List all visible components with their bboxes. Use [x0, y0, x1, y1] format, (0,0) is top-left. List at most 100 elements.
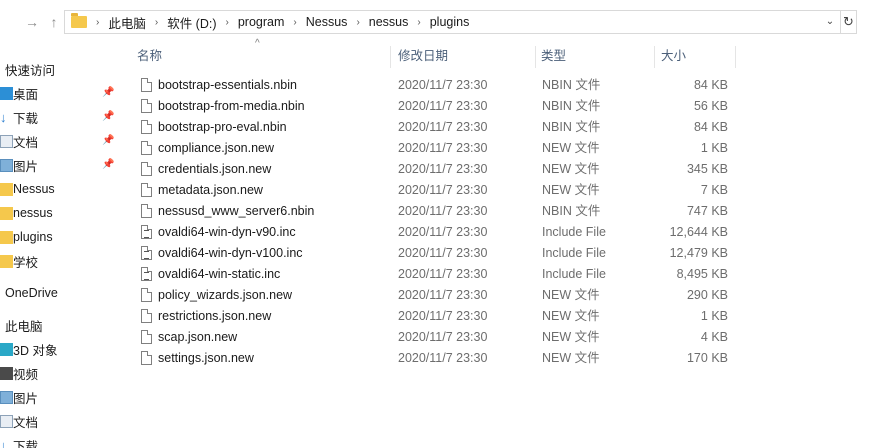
nav-item-3d-objects[interactable]: 3D 对象 — [0, 338, 118, 360]
nav-item-label: 图片 — [13, 159, 39, 174]
breadcrumb-this-pc[interactable]: 此电脑 — [108, 13, 146, 32]
folder-icon — [0, 206, 13, 220]
3d-objects-icon — [0, 342, 13, 356]
file-row[interactable]: scap.json.new 2020/11/7 23:30 NEW 文件 4 KB — [131, 327, 737, 348]
file-size: 12,479 KB — [669, 246, 728, 260]
nav-item-pictures-pc[interactable]: 图片 — [0, 386, 118, 408]
pin-icon: 📌 — [102, 159, 115, 170]
file-icon — [141, 204, 152, 218]
nav-item-label: 图片 — [13, 391, 39, 406]
file-row[interactable]: ovaldi64-win-static.inc 2020/11/7 23:30 In… — [131, 264, 737, 285]
nav-item-nessus-upper[interactable]: Nessus — [0, 178, 118, 200]
file-icon — [141, 162, 152, 176]
file-name: bootstrap-pro-eval.nbin — [158, 120, 287, 134]
document-icon — [0, 134, 13, 148]
chevron-right-icon[interactable]: › — [417, 17, 420, 28]
file-icon — [141, 351, 152, 365]
file-name: credentials.json.new — [158, 162, 272, 176]
file-type: Include File — [542, 267, 606, 281]
file-row[interactable]: policy_wizards.json.new 2020/11/7 23:30 NE… — [131, 285, 737, 306]
nav-item-documents-pc[interactable]: 文档 — [0, 410, 118, 432]
chevron-right-icon[interactable]: › — [293, 17, 296, 28]
nav-item-school[interactable]: 学校 — [0, 250, 118, 272]
chevron-right-icon[interactable]: › — [226, 17, 229, 28]
file-modified-date: 2020/11/7 23:30 — [398, 288, 488, 302]
chevron-down-icon[interactable]: ⌄ — [822, 14, 838, 30]
file-modified-date: 2020/11/7 23:30 — [398, 204, 488, 218]
column-header-type[interactable]: 类型 — [535, 44, 654, 68]
picture-icon — [0, 158, 13, 172]
file-row[interactable]: ovaldi64-win-dyn-v100.inc 2020/11/7 23:30… — [131, 243, 737, 264]
file-icon — [141, 183, 152, 197]
column-header-name[interactable]: 名称 — [131, 44, 390, 68]
chevron-right-icon[interactable]: › — [155, 17, 158, 28]
nav-onedrive-label: OneDrive — [5, 286, 58, 300]
file-modified-date: 2020/11/7 23:30 — [398, 225, 488, 239]
file-type: NEW 文件 — [542, 351, 600, 365]
nav-item-label: 文档 — [13, 415, 39, 430]
file-type: NEW 文件 — [542, 288, 600, 302]
chevron-right-icon[interactable]: › — [96, 17, 99, 28]
file-name: metadata.json.new — [158, 183, 263, 197]
file-size: 7 KB — [700, 183, 728, 197]
nav-onedrive[interactable]: OneDrive — [5, 282, 123, 304]
breadcrumb-nessus-upper[interactable]: Nessus — [306, 15, 348, 29]
file-row[interactable]: bootstrap-essentials.nbin 2020/11/7 23:30… — [131, 75, 737, 96]
nav-item-plugins[interactable]: plugins — [0, 226, 118, 248]
file-row[interactable]: ovaldi64-win-dyn-v90.inc 2020/11/7 23:30 I… — [131, 222, 737, 243]
nav-quick-access[interactable]: 快速访问 — [5, 58, 123, 80]
refresh-icon[interactable]: ↻ — [841, 10, 857, 34]
address-bar[interactable]: › 此电脑 › 软件 (D:) › program › Nessus › nes… — [64, 10, 841, 34]
file-icon — [141, 225, 152, 239]
column-divider[interactable] — [735, 46, 736, 68]
up-arrow-icon[interactable]: ↑ — [44, 12, 64, 32]
nav-this-pc[interactable]: 此电脑 — [5, 314, 123, 336]
file-icon — [141, 99, 152, 113]
file-row[interactable]: compliance.json.new 2020/11/7 23:30 NEW 文件… — [131, 138, 737, 159]
file-name: nessusd_www_server6.nbin — [158, 204, 315, 218]
nav-item-documents[interactable]: 文档 📌 — [0, 130, 118, 152]
file-row[interactable]: bootstrap-from-media.nbin 2020/11/7 23:30… — [131, 96, 737, 117]
nav-item-label: 下载 — [13, 111, 39, 126]
file-row[interactable]: credentials.json.new 2020/11/7 23:30 NEW 文… — [131, 159, 737, 180]
breadcrumb-drive-d[interactable]: 软件 (D:) — [167, 13, 216, 32]
breadcrumb-nessus-lower[interactable]: nessus — [369, 15, 409, 29]
chevron-right-icon[interactable]: › — [356, 17, 359, 28]
nav-item-nessus-lower[interactable]: nessus — [0, 202, 118, 224]
column-divider[interactable] — [390, 46, 391, 68]
file-modified-date: 2020/11/7 23:30 — [398, 246, 488, 260]
column-header-row: 名称 修改日期 类型 大小 — [131, 44, 737, 68]
file-row[interactable]: nessusd_www_server6.nbin 2020/11/7 23:30 N… — [131, 201, 737, 222]
video-icon — [0, 366, 13, 380]
file-row[interactable]: bootstrap-pro-eval.nbin 2020/11/7 23:30 NB… — [131, 117, 737, 138]
nav-item-downloads-pc[interactable]: ↓ 下载 — [0, 434, 118, 448]
file-type: NBIN 文件 — [542, 99, 601, 113]
file-size: 1 KB — [700, 141, 728, 155]
file-row[interactable]: metadata.json.new 2020/11/7 23:30 NEW 文件 7 … — [131, 180, 737, 201]
file-size: 290 KB — [686, 288, 728, 302]
nav-item-videos[interactable]: 视频 — [0, 362, 118, 384]
file-size: 8,495 KB — [676, 267, 728, 281]
file-size: 84 KB — [693, 78, 728, 92]
document-icon — [0, 414, 13, 428]
navigation-pane: 快速访问 桌面 📌 ↓ 下载 📌 文档 📌 图片 📌 Nessus nessus… — [0, 44, 118, 448]
nav-item-label: 学校 — [13, 255, 39, 270]
nav-item-pictures[interactable]: 图片 📌 — [0, 154, 118, 176]
file-row[interactable]: settings.json.new 2020/11/7 23:30 NEW 文件 17… — [131, 348, 737, 369]
nav-item-desktop[interactable]: 桌面 📌 — [0, 82, 118, 104]
column-header-date[interactable]: 修改日期 — [392, 44, 535, 68]
file-name: bootstrap-essentials.nbin — [158, 78, 297, 92]
nav-item-label: plugins — [13, 230, 53, 244]
column-header-size[interactable]: 大小 — [655, 44, 735, 68]
nav-item-downloads[interactable]: ↓ 下载 📌 — [0, 106, 118, 128]
file-icon — [141, 141, 152, 155]
nav-item-label: Nessus — [13, 182, 55, 196]
folder-icon — [0, 254, 13, 268]
file-icon — [141, 78, 152, 92]
file-name: compliance.json.new — [158, 141, 275, 155]
breadcrumb-plugins[interactable]: plugins — [430, 15, 470, 29]
file-row[interactable]: restrictions.json.new 2020/11/7 23:30 NEW … — [131, 306, 737, 327]
breadcrumb-program[interactable]: program — [238, 15, 285, 29]
file-modified-date: 2020/11/7 23:30 — [398, 183, 488, 197]
forward-arrow-icon[interactable]: → — [22, 12, 42, 32]
